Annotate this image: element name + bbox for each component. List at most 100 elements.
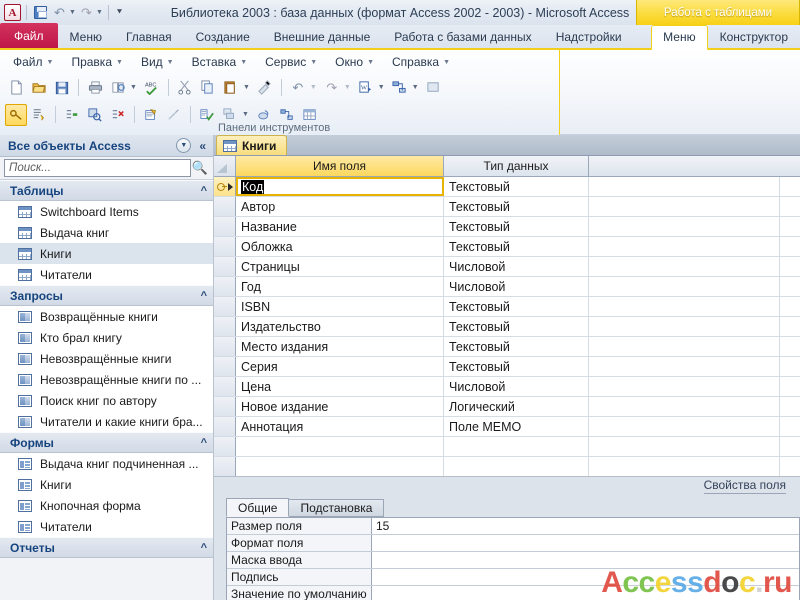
cell-data-type[interactable]: Текстовый	[444, 317, 589, 336]
document-tab-knigi[interactable]: Книги	[216, 135, 288, 155]
row-selector[interactable]	[214, 177, 236, 196]
access-logo-icon[interactable]: A	[4, 4, 21, 21]
chevron-up-icon[interactable]: ^	[201, 437, 207, 449]
cell-field-name[interactable]: Год	[236, 277, 444, 296]
open-icon[interactable]	[28, 77, 50, 99]
cell-description[interactable]	[589, 397, 780, 416]
cell-data-type[interactable]: Числовой	[444, 377, 589, 396]
print-preview-icon[interactable]	[107, 77, 129, 99]
cell-description[interactable]	[589, 437, 780, 456]
print-icon[interactable]	[84, 77, 106, 99]
cell-data-type[interactable]: Текстовый	[444, 357, 589, 376]
nav-item-vydacha-knig[interactable]: Выдача книг	[0, 222, 213, 243]
nav-item-form-2[interactable]: Кнопочная форма	[0, 495, 213, 516]
cell-data-type[interactable]: Текстовый	[444, 177, 589, 196]
cell-data-type[interactable]: Числовой	[444, 277, 589, 296]
search-icon[interactable]: 🔍	[191, 160, 209, 176]
row-selector[interactable]	[214, 257, 236, 276]
row-selector[interactable]	[214, 437, 236, 456]
cell-description[interactable]	[589, 237, 780, 256]
object-dependencies-icon[interactable]	[163, 104, 185, 126]
row-selector[interactable]	[214, 277, 236, 296]
paste-icon[interactable]	[220, 77, 242, 99]
table-row[interactable]: Место издания Текстовый	[214, 337, 800, 357]
table-row[interactable]: Аннотация Поле MEMO	[214, 417, 800, 437]
tab-ctx-menu[interactable]: Меню	[651, 25, 708, 50]
spelling-icon[interactable]: ABC	[141, 77, 163, 99]
table-row[interactable]: Серия Текстовый	[214, 357, 800, 377]
row-selector[interactable]	[214, 317, 236, 336]
nav-pane-header[interactable]: Все объекты Access ▼ «	[0, 135, 213, 157]
tab-general[interactable]: Общие	[226, 498, 290, 517]
cell-field-name[interactable]: Цена	[236, 377, 444, 396]
tab-database-tools[interactable]: Работа с базами данных	[382, 25, 543, 48]
chevron-up-icon[interactable]: ^	[201, 542, 207, 554]
cell-description[interactable]	[589, 197, 780, 216]
nav-group-queries[interactable]: Запросы ^	[0, 285, 213, 306]
tab-ctx-design[interactable]: Конструктор	[708, 25, 800, 48]
property-row[interactable]: Подпись	[227, 569, 799, 586]
indexes-icon[interactable]	[84, 104, 106, 126]
new-icon[interactable]	[5, 77, 27, 99]
cut-icon[interactable]	[174, 77, 196, 99]
row-selector[interactable]	[214, 397, 236, 416]
cell-field-name[interactable]: Код	[236, 177, 444, 196]
column-header-description[interactable]	[589, 156, 800, 176]
nav-item-query-0[interactable]: Возвращённые книги	[0, 306, 213, 327]
nav-item-form-3[interactable]: Читатели	[0, 516, 213, 537]
table-row[interactable]: Название Текстовый	[214, 217, 800, 237]
tab-home[interactable]: Главная	[114, 25, 184, 48]
cell-field-name[interactable]	[236, 437, 444, 456]
property-value[interactable]	[372, 569, 799, 585]
nav-pane-list[interactable]: Таблицы ^ Switchboard Items Выдача книг …	[0, 180, 213, 600]
chevron-down-icon[interactable]: ▼	[378, 84, 385, 91]
tab-file[interactable]: Файл	[0, 23, 58, 48]
property-row[interactable]: Размер поля 15	[227, 518, 799, 535]
cell-field-name[interactable]	[236, 457, 444, 476]
column-header-data-type[interactable]: Тип данных	[444, 156, 589, 176]
property-value[interactable]: 15	[372, 518, 799, 534]
row-selector[interactable]	[214, 197, 236, 216]
cell-data-type[interactable]: Текстовый	[444, 237, 589, 256]
row-selector[interactable]	[214, 377, 236, 396]
table-row[interactable]: Код Текстовый	[214, 177, 800, 197]
format-painter-icon[interactable]	[254, 77, 276, 99]
cell-field-name[interactable]: Страницы	[236, 257, 444, 276]
row-selector[interactable]	[214, 237, 236, 256]
nav-item-switchboard-items[interactable]: Switchboard Items	[0, 201, 213, 222]
row-selector[interactable]	[214, 417, 236, 436]
tab-lookup[interactable]: Подстановка	[288, 499, 385, 517]
customize-qat-icon[interactable]: ⯆	[114, 7, 125, 18]
row-selector[interactable]	[214, 337, 236, 356]
save-icon[interactable]	[51, 77, 73, 99]
undo-icon[interactable]: ↶	[51, 4, 68, 21]
redo-icon[interactable]: ↷	[321, 77, 343, 99]
table-row[interactable]	[214, 437, 800, 457]
tab-create[interactable]: Создание	[184, 25, 262, 48]
save-icon[interactable]	[32, 4, 49, 21]
cell-field-name[interactable]: ISBN	[236, 297, 444, 316]
nav-item-query-2[interactable]: Невозвращённые книги	[0, 348, 213, 369]
cell-field-name[interactable]: Аннотация	[236, 417, 444, 436]
builder-icon[interactable]	[28, 104, 50, 126]
nav-item-form-1[interactable]: Книги	[0, 474, 213, 495]
cell-field-name[interactable]: Название	[236, 217, 444, 236]
cell-description[interactable]	[589, 357, 780, 376]
property-value[interactable]	[372, 586, 799, 600]
tab-addins[interactable]: Надстройки	[544, 25, 634, 48]
column-header-field-name[interactable]: Имя поля	[236, 156, 444, 176]
cell-field-name[interactable]: Место издания	[236, 337, 444, 356]
chevron-up-icon[interactable]: ^	[201, 185, 207, 197]
cell-description[interactable]	[589, 377, 780, 396]
nav-item-query-1[interactable]: Кто брал книгу	[0, 327, 213, 348]
chevron-down-icon[interactable]: ▼	[412, 84, 419, 91]
tab-menu[interactable]: Меню	[58, 25, 114, 48]
chevron-down-icon[interactable]: ▼	[243, 84, 250, 91]
cell-description[interactable]	[589, 277, 780, 296]
tab-external-data[interactable]: Внешние данные	[262, 25, 383, 48]
chevron-down-icon[interactable]: ▼	[310, 84, 317, 91]
chevron-down-icon[interactable]: ▼	[130, 84, 137, 91]
nav-item-query-4[interactable]: Поиск книг по автору	[0, 390, 213, 411]
properties-icon[interactable]	[140, 104, 162, 126]
menu-tools[interactable]: Сервис ▼	[256, 53, 326, 71]
